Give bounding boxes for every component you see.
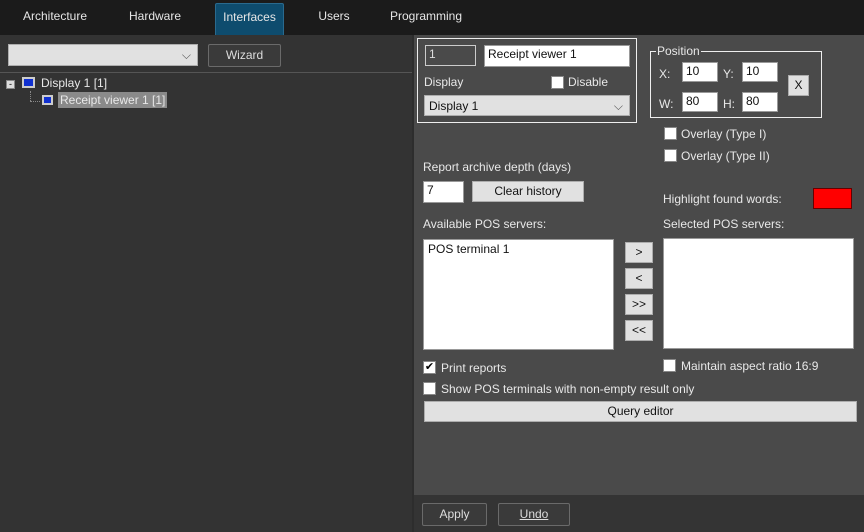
chevron-down-icon: ⌵ bbox=[613, 99, 623, 113]
settings-panel: 1 Receipt viewer 1 Display Disable Displ… bbox=[414, 35, 864, 495]
overlay1-checkbox[interactable] bbox=[664, 127, 677, 140]
h-label: H: bbox=[723, 97, 735, 111]
available-servers-list[interactable]: POS terminal 1 bbox=[423, 239, 614, 350]
wizard-button[interactable]: Wizard bbox=[208, 44, 281, 67]
disable-checkbox[interactable] bbox=[551, 76, 564, 89]
tab-programming[interactable]: Programming bbox=[386, 3, 466, 35]
y-field[interactable]: 10 bbox=[742, 62, 778, 82]
top-nav: Architecture Hardware Interfaces Users P… bbox=[0, 0, 864, 35]
undo-button[interactable]: Undo bbox=[498, 503, 570, 526]
move-left-button[interactable]: < bbox=[625, 268, 653, 289]
disable-label: Disable bbox=[568, 75, 609, 89]
show-nonempty-checkbox[interactable] bbox=[423, 382, 436, 395]
print-reports-checkbox[interactable]: ✔ bbox=[423, 361, 436, 374]
archive-depth-field[interactable]: 7 bbox=[423, 181, 464, 203]
tab-interfaces[interactable]: Interfaces bbox=[215, 3, 284, 35]
filter-dropdown[interactable]: ⌵ bbox=[8, 44, 198, 66]
bottom-bar: Apply Undo bbox=[414, 495, 864, 532]
id-field[interactable]: 1 bbox=[425, 45, 476, 66]
show-nonempty-label: Show POS terminals with non-empty result… bbox=[441, 382, 695, 396]
highlight-label: Highlight found words: bbox=[663, 192, 782, 206]
display-dropdown[interactable]: Display 1 ⌵ bbox=[424, 95, 630, 116]
selected-servers-label: Selected POS servers: bbox=[663, 217, 785, 231]
x-label: X: bbox=[659, 67, 671, 81]
tree-item-display[interactable]: Display 1 [1] bbox=[41, 76, 107, 90]
chevron-down-icon: ⌵ bbox=[181, 48, 191, 62]
tree-line bbox=[30, 101, 40, 102]
archive-depth-label: Report archive depth (days) bbox=[423, 160, 572, 174]
tab-users[interactable]: Users bbox=[300, 3, 368, 35]
tree-item-receipt-viewer[interactable]: Receipt viewer 1 [1] bbox=[58, 92, 168, 108]
receipt-viewer-icon bbox=[42, 95, 53, 105]
overlay2-label: Overlay (Type II) bbox=[681, 149, 770, 163]
h-field[interactable]: 80 bbox=[742, 92, 778, 112]
clear-history-button[interactable]: Clear history bbox=[472, 181, 584, 202]
w-label: W: bbox=[659, 97, 674, 111]
move-all-left-button[interactable]: << bbox=[625, 320, 653, 341]
display-icon bbox=[22, 77, 35, 88]
aspect-ratio-label: Maintain aspect ratio 16:9 bbox=[681, 359, 819, 373]
x-field[interactable]: 10 bbox=[682, 62, 718, 82]
y-label: Y: bbox=[723, 67, 734, 81]
overlay1-label: Overlay (Type I) bbox=[681, 127, 767, 141]
w-field[interactable]: 80 bbox=[682, 92, 718, 112]
overlay2-checkbox[interactable] bbox=[664, 149, 677, 162]
move-right-button[interactable]: > bbox=[625, 242, 653, 263]
divider bbox=[0, 72, 412, 73]
print-reports-label: Print reports bbox=[441, 361, 507, 375]
tab-hardware[interactable]: Hardware bbox=[114, 3, 196, 35]
apply-button[interactable]: Apply bbox=[422, 503, 487, 526]
display-label: Display bbox=[424, 75, 464, 89]
highlight-color-swatch[interactable] bbox=[813, 188, 852, 209]
available-servers-label: Available POS servers: bbox=[423, 217, 547, 231]
left-panel: ⌵ Wizard - Display 1 [1] Receipt viewer … bbox=[0, 35, 412, 532]
aspect-ratio-checkbox[interactable] bbox=[663, 359, 676, 372]
position-title: Position bbox=[656, 44, 701, 58]
move-all-right-button[interactable]: >> bbox=[625, 294, 653, 315]
query-editor-button[interactable]: Query editor bbox=[424, 401, 857, 422]
tab-architecture[interactable]: Architecture bbox=[14, 3, 96, 35]
list-item[interactable]: POS terminal 1 bbox=[428, 242, 609, 256]
name-field[interactable]: Receipt viewer 1 bbox=[484, 45, 630, 67]
reset-position-button[interactable]: X bbox=[788, 75, 809, 96]
selected-servers-list[interactable] bbox=[663, 238, 854, 349]
collapse-icon[interactable]: - bbox=[6, 80, 15, 89]
tree-line bbox=[30, 91, 31, 101]
